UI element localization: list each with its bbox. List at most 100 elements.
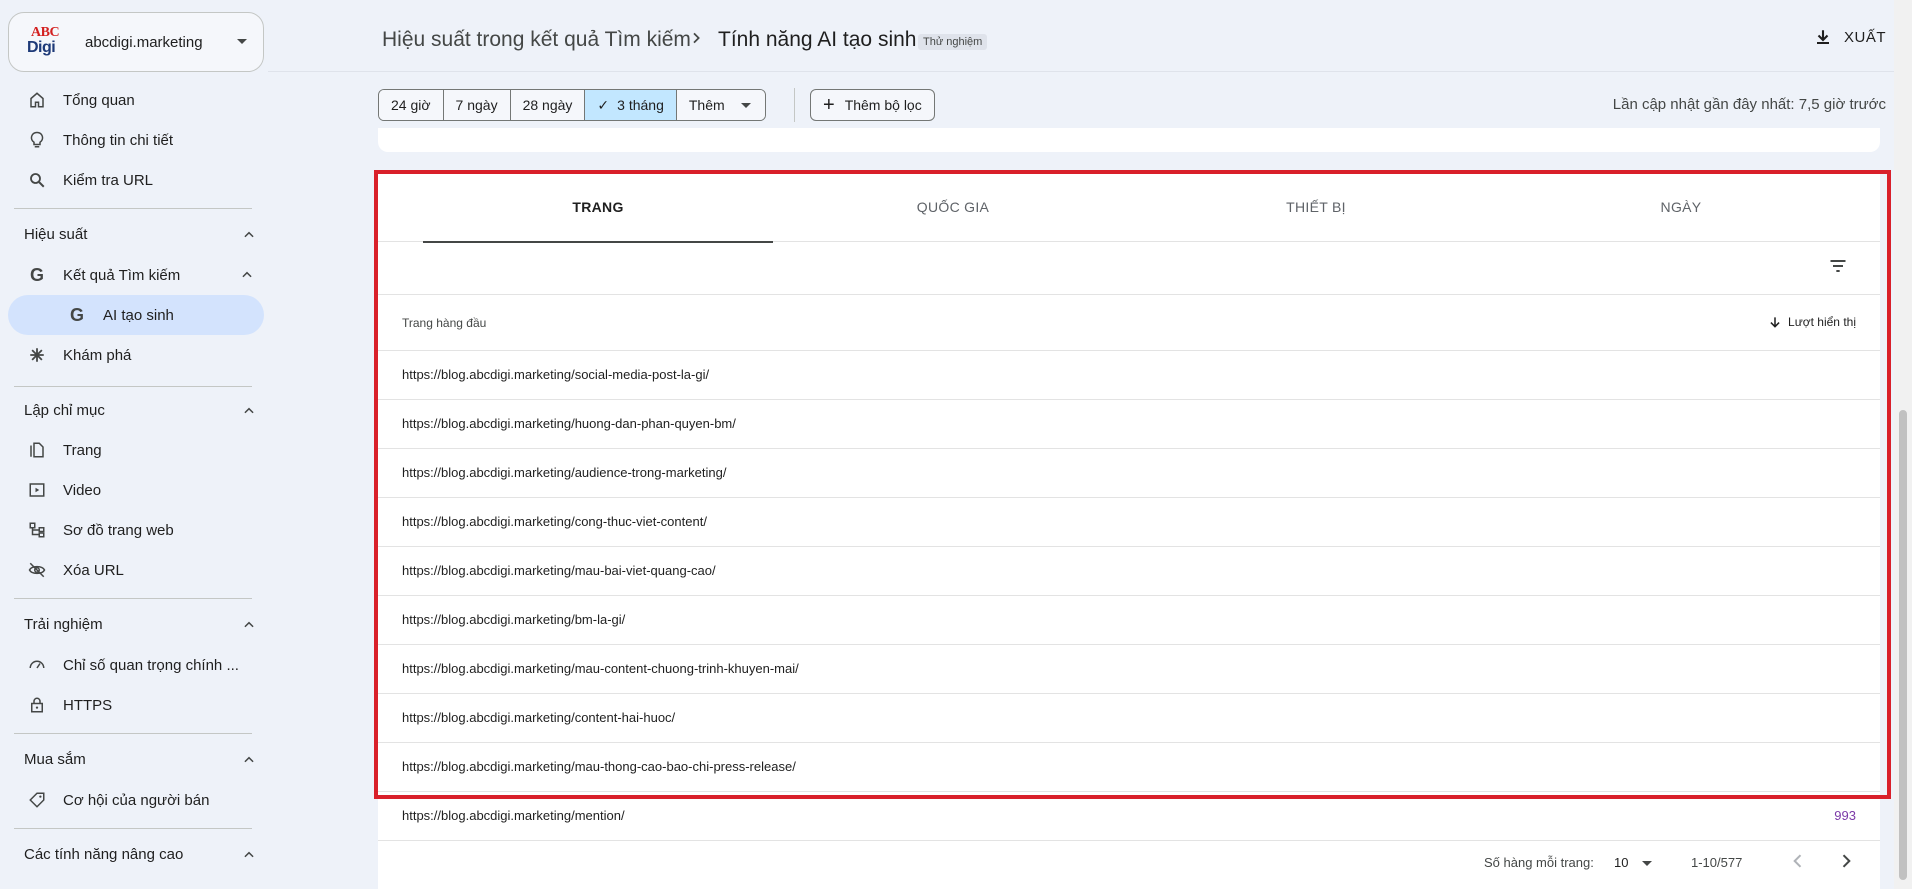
column-header-impressions[interactable]: Lượt hiển thị: [1768, 315, 1856, 329]
asterisk-icon: [27, 345, 47, 365]
section-advanced[interactable]: Các tính năng nâng cao: [24, 846, 256, 863]
chevron-up-icon: [244, 851, 254, 857]
property-selector[interactable]: ABC Digi abcdigi.marketing: [8, 12, 264, 72]
nav-sitemaps[interactable]: Sơ đồ trang web: [8, 510, 264, 550]
nav-https[interactable]: HTTPS: [8, 685, 264, 725]
breadcrumb-parent[interactable]: Hiệu suất trong kết quả Tìm kiếm: [382, 28, 691, 52]
range-3m-label: 3 tháng: [617, 97, 664, 113]
speedometer-icon: [27, 655, 47, 675]
nav-ai-generative[interactable]: G AI tạo sinh: [8, 295, 264, 335]
row-value: 993: [1834, 808, 1856, 823]
nav-ai-generative-label: AI tạo sinh: [103, 306, 174, 324]
chevron-left-icon[interactable]: [1788, 851, 1808, 871]
section-indexing-label: Lập chỉ mục: [24, 402, 105, 419]
nav-merchant-label: Cơ hội của người bán: [63, 791, 210, 809]
table-row[interactable]: https://blog.abcdigi.marketing/content-h…: [378, 694, 1880, 743]
table-row[interactable]: https://blog.abcdigi.marketing/cong-thuc…: [378, 498, 1880, 547]
divider: [14, 828, 252, 829]
divider: [14, 598, 252, 599]
table-header: Trang hàng đầu Lượt hiển thị: [378, 294, 1880, 351]
google-g-icon: G: [29, 264, 44, 285]
section-shopping[interactable]: Mua sắm: [24, 751, 256, 768]
tab-pages[interactable]: TRANG: [423, 172, 773, 243]
page-title: Tính năng AI tạo sinh: [718, 28, 917, 51]
row-url: https://blog.abcdigi.marketing/cong-thuc…: [402, 514, 707, 529]
range-more-label: Thêm: [688, 97, 725, 113]
nav-video[interactable]: Video: [8, 470, 264, 510]
range-7d[interactable]: 7 ngày: [443, 90, 511, 120]
nav-insights-label: Thông tin chi tiết: [63, 131, 174, 149]
section-advanced-label: Các tính năng nâng cao: [24, 846, 184, 863]
table-row[interactable]: https://blog.abcdigi.marketing/mention/9…: [378, 792, 1880, 841]
table-row[interactable]: https://blog.abcdigi.marketing/mau-thong…: [378, 743, 1880, 792]
scrollbar[interactable]: [1894, 0, 1912, 889]
range-3m[interactable]: ✓ 3 tháng: [585, 90, 677, 120]
eye-off-icon: [27, 560, 47, 580]
range-28d[interactable]: 28 ngày: [510, 90, 586, 120]
rows-per-page-label: Số hàng mỗi trang:: [1484, 855, 1594, 870]
nav-merchant-opportunities[interactable]: Cơ hội của người bán: [8, 780, 264, 820]
chevron-up-icon: [244, 407, 254, 413]
nav-search-results[interactable]: G Kết quả Tìm kiếm: [8, 255, 264, 295]
property-name: abcdigi.marketing: [85, 33, 203, 51]
date-range-group: 24 giờ 7 ngày 28 ngày ✓ 3 tháng Thêm: [378, 89, 766, 121]
logo-text-bottom: Digi: [27, 39, 56, 56]
table-row[interactable]: https://blog.abcdigi.marketing/huong-dan…: [378, 400, 1880, 449]
nav-pages-label: Trang: [63, 441, 102, 459]
beta-badge: Thử nghiệm: [918, 34, 988, 50]
row-url: https://blog.abcdigi.marketing/mau-conte…: [402, 661, 799, 676]
nav-pages[interactable]: Trang: [8, 430, 264, 470]
table-row[interactable]: https://blog.abcdigi.marketing/audience-…: [378, 449, 1880, 498]
table-row[interactable]: https://blog.abcdigi.marketing/mau-bai-v…: [378, 547, 1880, 596]
sitemap-icon: [27, 520, 47, 540]
row-url: https://blog.abcdigi.marketing/mau-bai-v…: [402, 563, 716, 578]
video-icon: [27, 480, 47, 500]
property-logo: ABC Digi: [27, 25, 69, 58]
nav-overview[interactable]: Tổng quan: [8, 80, 264, 120]
nav-removals-label: Xóa URL: [63, 561, 124, 579]
range-24h[interactable]: 24 giờ: [379, 90, 444, 120]
nav-core-web-vitals[interactable]: Chỉ số quan trọng chính ...: [8, 645, 264, 685]
nav-url-inspection[interactable]: Kiểm tra URL: [8, 160, 264, 200]
dropdown-arrow-icon[interactable]: [1642, 861, 1652, 866]
section-performance[interactable]: Hiệu suất: [24, 226, 256, 243]
chevron-up-icon: [244, 756, 254, 762]
nav-removals[interactable]: Xóa URL: [8, 550, 264, 590]
column-header-page: Trang hàng đầu: [402, 316, 487, 330]
section-indexing[interactable]: Lập chỉ mục: [24, 402, 256, 419]
nav-insights[interactable]: Thông tin chi tiết: [8, 120, 264, 160]
nav-video-label: Video: [63, 481, 102, 499]
table-body: https://blog.abcdigi.marketing/social-me…: [378, 351, 1880, 841]
divider: [14, 208, 252, 209]
arrow-down-icon: [1770, 317, 1780, 328]
plus-icon: +: [823, 94, 835, 116]
tab-dates[interactable]: NGÀY: [1506, 172, 1856, 242]
export-label: XUẤT: [1843, 28, 1886, 46]
add-filter-button[interactable]: + Thêm bộ lọc: [810, 89, 935, 121]
dropdown-arrow-icon: [740, 102, 751, 108]
lock-icon: [27, 695, 47, 715]
tab-countries[interactable]: QUỐC GIA: [778, 172, 1128, 242]
pages-icon: [27, 440, 47, 460]
row-url: https://blog.abcdigi.marketing/audience-…: [402, 465, 727, 480]
section-experience-label: Trải nghiệm: [24, 616, 103, 633]
rows-per-page-select[interactable]: 10: [1614, 855, 1628, 870]
nav-core-web-vitals-label: Chỉ số quan trọng chính ...: [63, 656, 239, 674]
column-header-impressions-label: Lượt hiển thị: [1788, 315, 1856, 329]
range-more[interactable]: Thêm: [676, 90, 765, 120]
nav-sitemaps-label: Sơ đồ trang web: [63, 521, 174, 539]
tag-icon: [27, 790, 47, 810]
tab-devices[interactable]: THIẾT BỊ: [1141, 172, 1491, 242]
nav-discover[interactable]: Khám phá: [8, 335, 264, 375]
section-experience[interactable]: Trải nghiệm: [24, 616, 256, 633]
table-row[interactable]: https://blog.abcdigi.marketing/bm-la-gi/: [378, 596, 1880, 645]
export-button[interactable]: XUẤT: [1814, 28, 1886, 46]
results-card: TRANG QUỐC GIA THIẾT BỊ NGÀY Trang hàng …: [378, 172, 1880, 889]
row-url: https://blog.abcdigi.marketing/bm-la-gi/: [402, 612, 626, 627]
scrollbar-thumb[interactable]: [1899, 410, 1907, 880]
search-icon: [27, 170, 47, 190]
filter-icon[interactable]: [1828, 256, 1848, 276]
table-row[interactable]: https://blog.abcdigi.marketing/mau-conte…: [378, 645, 1880, 694]
table-row[interactable]: https://blog.abcdigi.marketing/social-me…: [378, 351, 1880, 400]
chevron-right-icon[interactable]: [1836, 851, 1856, 871]
